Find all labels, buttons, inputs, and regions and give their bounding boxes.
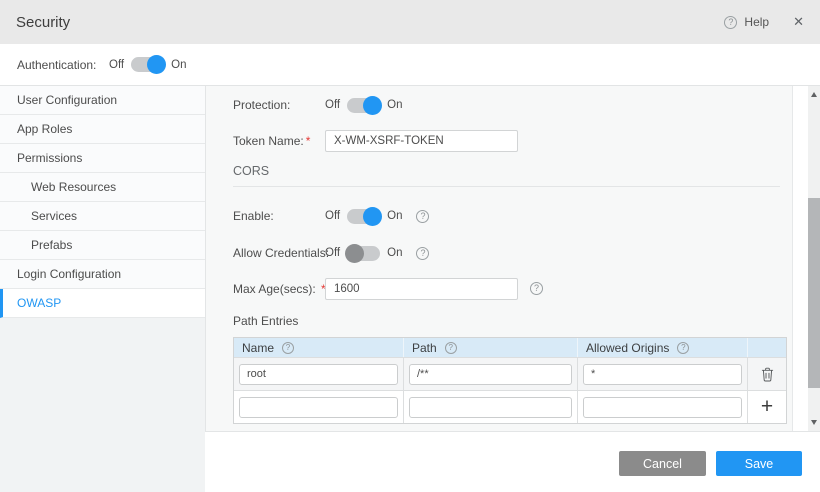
header-actions: ? Help ✕ (724, 14, 804, 30)
table-row: + (234, 390, 786, 423)
column-label: Path (412, 341, 437, 355)
sidebar-item-prefabs[interactable]: Prefabs (0, 231, 205, 260)
cors-enable-toggle[interactable] (347, 209, 380, 224)
add-row-button[interactable]: + (761, 397, 773, 417)
toggle-knob (147, 55, 166, 74)
delete-row-button[interactable] (761, 367, 774, 382)
column-header-name: Name ? (234, 338, 404, 357)
row2-name-input[interactable] (239, 397, 398, 418)
column-label: Allowed Origins (586, 341, 669, 355)
dialog-footer: Cancel Save (205, 431, 820, 492)
toggle-on-label: On (387, 247, 402, 259)
enable-label: Enable: (233, 209, 325, 223)
scroll-down-arrow-icon[interactable] (811, 420, 817, 425)
security-dialog: Security ? Help ✕ Authentication: Off On… (0, 0, 820, 492)
path-entries-label: Path Entries (233, 314, 325, 328)
toggle-on-label: On (387, 210, 402, 222)
max-age-row: Max Age(secs): * ? (233, 277, 543, 300)
row1-path-input[interactable] (409, 364, 572, 385)
row2-path-input[interactable] (409, 397, 572, 418)
sidebar: User Configuration App Roles Permissions… (0, 86, 206, 492)
scroll-up-arrow-icon[interactable] (811, 92, 817, 97)
allowed-origins-help-icon[interactable]: ? (677, 342, 689, 354)
column-header-actions (748, 338, 786, 357)
token-name-label: Token Name:* (233, 134, 325, 148)
max-age-label: Max Age(secs): * (233, 282, 325, 296)
scrollbar-thumb[interactable] (808, 198, 820, 388)
page-title: Security (16, 14, 70, 31)
toggle-on-label: On (387, 99, 402, 111)
token-name-input[interactable] (325, 130, 518, 152)
toggle-off-label: Off (325, 99, 340, 111)
protection-label: Protection: (233, 98, 325, 112)
sidebar-item-login-configuration[interactable]: Login Configuration (0, 260, 205, 289)
toggle-knob (363, 96, 382, 115)
authentication-toggle-group: Off On (109, 57, 186, 72)
row1-name-input[interactable] (239, 364, 398, 385)
allow-credentials-toggle[interactable] (347, 246, 380, 261)
sidebar-item-services[interactable]: Services (0, 202, 205, 231)
column-label: Name (242, 341, 274, 355)
allow-credentials-row: Allow Credentials: Off On ? (233, 242, 429, 264)
path-entries-header: Path Entries (233, 313, 325, 329)
save-button[interactable]: Save (716, 451, 802, 476)
column-header-path: Path ? (404, 338, 578, 357)
trash-icon (761, 367, 774, 382)
cancel-button[interactable]: Cancel (619, 451, 706, 476)
cors-title: CORS (233, 164, 269, 178)
sidebar-item-permissions[interactable]: Permissions (0, 144, 205, 173)
name-help-icon[interactable]: ? (282, 342, 294, 354)
protection-toggle[interactable] (347, 98, 380, 113)
protection-row: Protection: Off On (233, 94, 402, 116)
max-age-help-icon[interactable]: ? (530, 282, 543, 295)
protection-toggle-group: Off On (325, 98, 402, 113)
toggle-off-label: Off (325, 247, 340, 259)
authentication-toggle[interactable] (131, 57, 164, 72)
enable-toggle-group: Off On (325, 209, 402, 224)
toggle-on-label: On (171, 59, 186, 71)
sidebar-item-owasp[interactable]: OWASP (0, 289, 205, 318)
row2-allowed-origins-input[interactable] (583, 397, 742, 418)
toggle-knob (363, 207, 382, 226)
row1-allowed-origins-input[interactable] (583, 364, 742, 385)
cors-enable-row: Enable: Off On ? (233, 205, 429, 227)
help-label[interactable]: Help (744, 15, 769, 29)
vertical-scrollbar (808, 86, 820, 431)
authentication-bar: Authentication: Off On (0, 44, 820, 86)
sidebar-item-web-resources[interactable]: Web Resources (0, 173, 205, 202)
allow-credentials-toggle-group: Off On (325, 246, 402, 261)
authentication-label: Authentication: (17, 58, 109, 72)
allow-credentials-label: Allow Credentials: (233, 246, 325, 260)
toggle-off-label: Off (325, 210, 340, 222)
cors-divider (233, 186, 780, 187)
required-asterisk: * (306, 134, 311, 148)
path-help-icon[interactable]: ? (445, 342, 457, 354)
cors-section-header: CORS (233, 162, 269, 180)
table-header-row: Name ? Path ? Allowed Origins ? (234, 338, 786, 357)
path-entries-table: Name ? Path ? Allowed Origins ? (233, 337, 787, 424)
help-icon[interactable]: ? (724, 16, 737, 29)
allow-credentials-help-icon[interactable]: ? (416, 247, 429, 260)
toggle-knob (345, 244, 364, 263)
sidebar-item-app-roles[interactable]: App Roles (0, 115, 205, 144)
dialog-header: Security ? Help ✕ (0, 0, 820, 44)
max-age-input[interactable] (325, 278, 518, 300)
table-row (234, 357, 786, 390)
token-name-row: Token Name:* (233, 129, 518, 152)
enable-help-icon[interactable]: ? (416, 210, 429, 223)
close-icon[interactable]: ✕ (793, 14, 804, 30)
toggle-off-label: Off (109, 59, 124, 71)
owasp-settings-panel: Protection: Off On Token Name:* CORS Ena… (206, 86, 793, 431)
sidebar-item-user-configuration[interactable]: User Configuration (0, 86, 205, 115)
column-header-allowed-origins: Allowed Origins ? (578, 338, 748, 357)
